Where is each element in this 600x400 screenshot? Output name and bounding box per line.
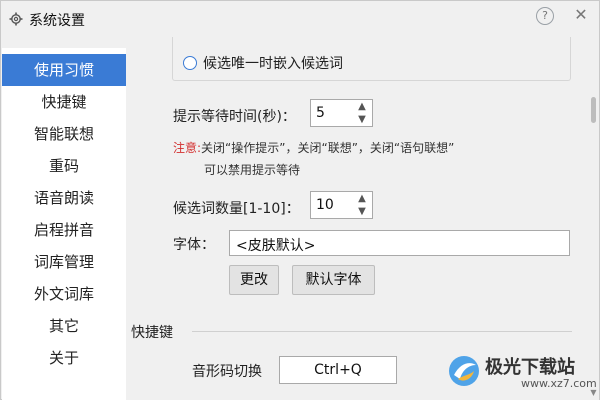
sidebar-item-dictionary-management[interactable]: 词库管理 — [2, 246, 126, 278]
watermark-text: 极光下载站 — [485, 357, 575, 378]
wait-time-spinbox[interactable]: 5 ▲ ▼ — [310, 99, 373, 127]
shape-code-switch-label: 音形码切换 — [192, 364, 262, 380]
help-icon[interactable]: ? — [536, 7, 554, 25]
shortcuts-section-title: 快捷键 — [131, 325, 173, 341]
note-text: 注意:关闭“操作提示”，关闭“联想”，关闭“语句联想” — [173, 138, 583, 158]
watermark-url: www.xz7.com — [521, 377, 597, 390]
note-line-1: 关闭“操作提示”，关闭“联想”，关闭“语句联想” — [201, 141, 455, 155]
section-divider — [192, 331, 572, 332]
embed-candidate-radio[interactable] — [183, 56, 197, 70]
spin-down-icon[interactable]: ▼ — [352, 205, 372, 218]
candidate-count-spinbox[interactable]: 10 ▲ ▼ — [310, 191, 373, 219]
note-line-2: 可以禁用提示等待 — [204, 163, 301, 177]
font-label: 字体： — [173, 237, 215, 253]
font-field[interactable]: <皮肤默认> — [229, 230, 570, 256]
candidate-count-value: 10 — [316, 197, 334, 213]
shape-code-switch-hotkey[interactable]: Ctrl+Q — [279, 356, 397, 384]
sidebar-item-duplicate-codes[interactable]: 重码 — [2, 150, 126, 182]
note-prefix: 注意: — [173, 141, 202, 155]
close-icon[interactable]: ✕ — [571, 5, 591, 25]
wait-time-value: 5 — [316, 105, 325, 121]
candidate-count-label: 候选词数量[1-10]： — [173, 201, 300, 217]
sidebar-item-foreign-dictionary[interactable]: 外文词库 — [2, 278, 126, 310]
settings-window: 系统设置 ? ✕ 使用习惯 快捷键 智能联想 重码 语音朗读 启程拼音 词库管理… — [0, 0, 600, 400]
sidebar-item-smart-association[interactable]: 智能联想 — [2, 118, 126, 150]
sidebar-item-voice-reading[interactable]: 语音朗读 — [2, 182, 126, 214]
vertical-scrollbar[interactable] — [588, 37, 599, 400]
sidebar-item-qicheng-pinyin[interactable]: 启程拼音 — [2, 214, 126, 246]
spin-up-icon[interactable]: ▲ — [352, 100, 372, 113]
gear-icon — [9, 12, 23, 26]
sidebar: 使用习惯 快捷键 智能联想 重码 语音朗读 启程拼音 词库管理 外文词库 其它 … — [2, 48, 126, 400]
sidebar-item-shortcuts[interactable]: 快捷键 — [2, 86, 126, 118]
wait-time-label: 提示等待时间(秒)： — [173, 109, 296, 125]
change-font-button[interactable]: 更改 — [229, 265, 279, 295]
sidebar-item-usage-habits[interactable]: 使用习惯 — [2, 54, 126, 86]
spin-up-icon[interactable]: ▲ — [352, 192, 372, 205]
watermark-logo-icon — [449, 356, 479, 386]
title-bar: 系统设置 ? ✕ — [1, 1, 599, 37]
spin-down-icon[interactable]: ▼ — [352, 113, 372, 126]
window-title: 系统设置 — [29, 13, 85, 29]
sidebar-item-about[interactable]: 关于 — [2, 342, 126, 374]
sidebar-item-other[interactable]: 其它 — [2, 310, 126, 342]
embed-candidate-label: 候选唯一时嵌入候选词 — [203, 56, 343, 72]
default-font-button[interactable]: 默认字体 — [292, 265, 375, 295]
scrollbar-thumb[interactable] — [591, 97, 596, 123]
settings-content: 候选唯一时嵌入候选词 提示等待时间(秒)： 5 ▲ ▼ 注意:关闭“操作提示”，… — [126, 37, 588, 400]
